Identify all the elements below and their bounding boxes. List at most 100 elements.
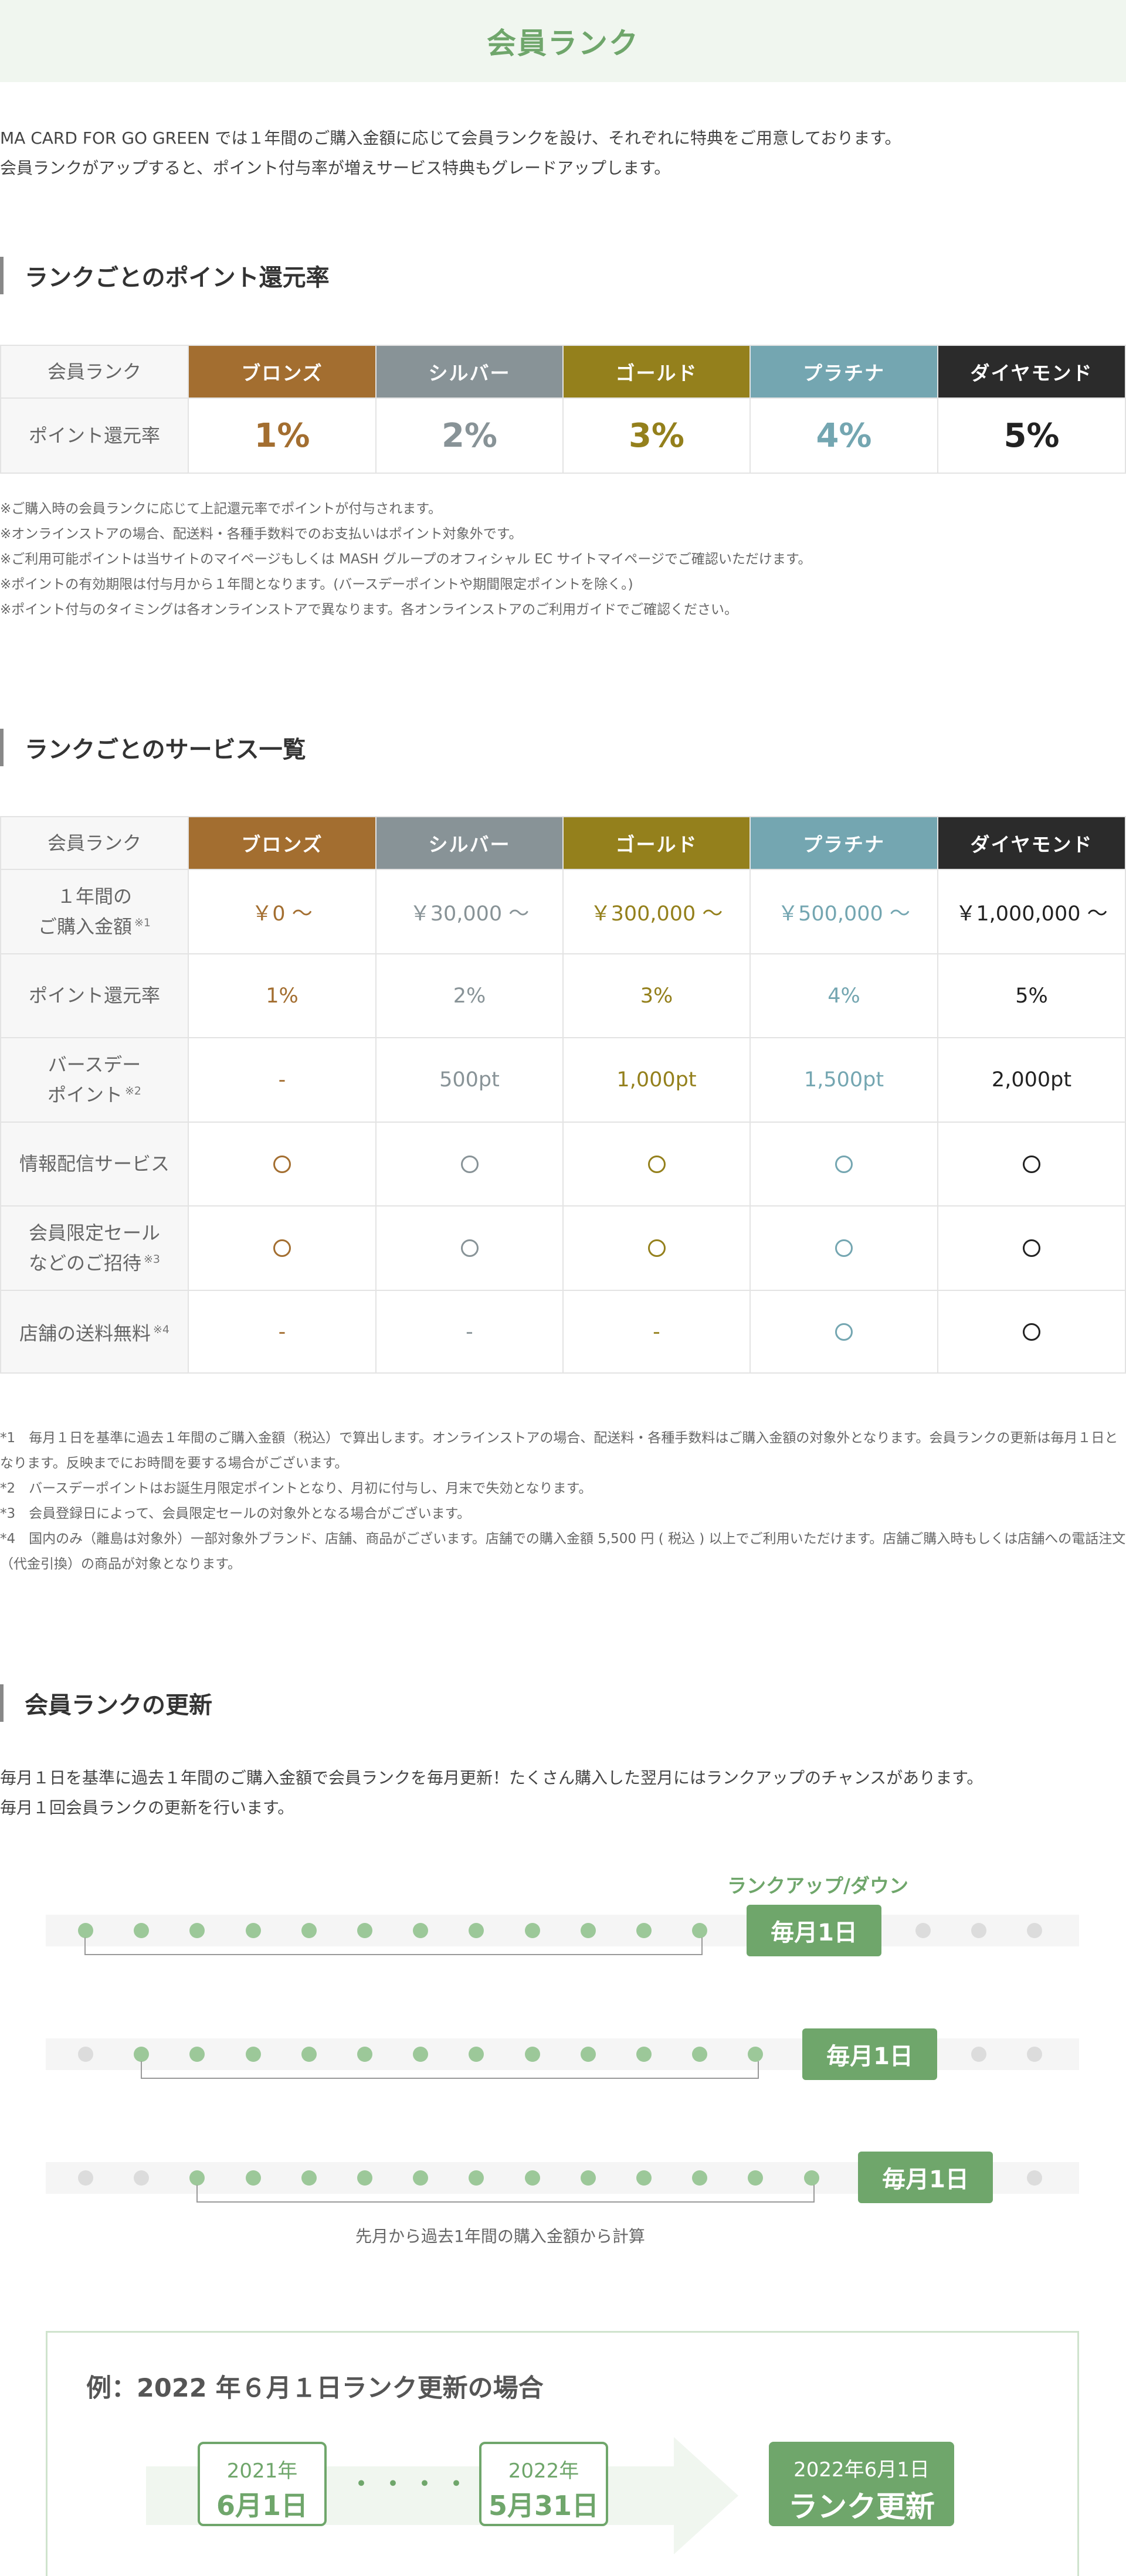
cell [562, 1122, 751, 1207]
row-label-info-service: 情報配信サービス [0, 1122, 189, 1207]
start-year: 2021年 [226, 2459, 298, 2483]
end-year: 2022年 [508, 2459, 579, 2483]
timeline-dot [245, 2047, 261, 2062]
cell [749, 1290, 938, 1374]
cell: - [562, 1290, 751, 1374]
timeline-dot [524, 2047, 540, 2062]
available-circle-icon [460, 1239, 479, 1257]
available-circle-icon [835, 1155, 853, 1173]
row-label-point-rate: ポイント還元率 [0, 953, 189, 1038]
available-circle-icon [647, 1239, 666, 1257]
timeline-dot [245, 1923, 261, 1938]
rank-gold-header: ゴールド [562, 345, 751, 399]
rate-gold: 3% [562, 397, 751, 474]
timeline-dot [803, 2170, 819, 2186]
point-rate-label: ポイント還元率 [0, 397, 189, 474]
cell: - [375, 1290, 564, 1374]
cell: ￥300,000 〜 [562, 869, 751, 954]
timeline-dot [357, 2170, 372, 2186]
timeline-dot [580, 2047, 596, 2062]
rank-platinum-header: プラチナ [749, 816, 938, 870]
rate-platinum: 4% [749, 397, 938, 474]
rank-diamond-header: ダイヤモンド [937, 345, 1126, 399]
point-rate-table: 会員ランク ブロンズ シルバー ゴールド プラチナ ダイヤモンド ポイント還元率… [0, 345, 1126, 474]
rank-silver-header: シルバー [375, 345, 564, 399]
rank-header-label: 会員ランク [0, 816, 189, 870]
cell [937, 1122, 1126, 1207]
available-circle-icon [835, 1239, 853, 1257]
row-label-purchase-amount: １年間の ご購入金額 ※1 [0, 869, 189, 954]
rank-update-box: 2022年6月1日 ランク更新 [769, 2442, 954, 2526]
rank-gold-header: ゴールド [562, 816, 751, 870]
range-bracket [141, 2061, 759, 2079]
page-title: 会員ランク [487, 26, 639, 60]
update-month-box: 毎月1日 [802, 2028, 937, 2080]
cell [188, 1205, 377, 1291]
arrow-right-icon [674, 2437, 738, 2554]
row-label-birthday-point: バースデー ポイント ※2 [0, 1037, 189, 1123]
table-row: 店舗の送料無料 ※4 - - - [0, 1290, 1126, 1374]
cell: 2,000pt [937, 1037, 1126, 1123]
start-day: 6月1日 [216, 2490, 308, 2521]
cell [375, 1205, 564, 1291]
timeline-dot [301, 2170, 317, 2186]
rank-header-label: 会員ランク [0, 345, 189, 399]
timeline-dot [301, 1923, 317, 1938]
section-heading-service-list: ランクごとのサービス一覧 [0, 729, 704, 766]
start-date-box: 2021年 6月1日 [198, 2442, 327, 2526]
note: *3 会員登録日によって、会員限定セールの対象外となる場合がございます。 [0, 1506, 471, 1521]
timeline-dot [636, 2047, 652, 2062]
intro-line: 毎月１日を基準に過去１年間のご購入金額で会員ランクを毎月更新！たくさん購入した翌… [0, 1768, 983, 1787]
section-heading-point-rate: ランクごとのポイント還元率 [0, 257, 704, 294]
timeline-dot [692, 1923, 708, 1938]
available-circle-icon [273, 1239, 291, 1257]
rank-update-intro: 毎月１日を基準に過去１年間のご購入金額で会員ランクを毎月更新！たくさん購入した翌… [0, 1763, 1126, 1823]
rank-platinum-header: プラチナ [749, 345, 938, 399]
timeline-dot [524, 2170, 540, 2186]
rate-bronze: 1% [188, 397, 377, 474]
rank-diamond-header: ダイヤモンド [937, 816, 1126, 870]
cell: 2% [375, 953, 564, 1038]
note: ※ご利用可能ポイントは当サイトのマイページもしくは MASH グループのオフィシ… [0, 552, 812, 567]
timeline-dot [636, 2170, 652, 2186]
cell [562, 1205, 751, 1291]
timeline-dot [692, 2170, 708, 2186]
table-row: バースデー ポイント ※2 - 500pt 1,000pt 1,500pt 2,00… [0, 1037, 1126, 1123]
update-month-box: 毎月1日 [747, 1905, 881, 1956]
timeline-dot [971, 2047, 987, 2062]
update-month-box: 毎月1日 [858, 2152, 993, 2203]
note: *1 毎月１日を基準に過去１年間のご購入金額（税込）で算出します。オンラインスト… [0, 1430, 1118, 1471]
cell: ￥0 〜 [188, 869, 377, 954]
table-row: １年間の ご購入金額 ※1 ￥0 〜 ￥30,000 〜 ￥300,000 〜 ￥5… [0, 869, 1126, 954]
timeline-dot [357, 1923, 372, 1938]
cell: 1% [188, 953, 377, 1038]
note: *2 バースデーポイントはお誕生月限定ポイントとなり、月初に付与し、月末で失効と… [0, 1481, 592, 1496]
rate-diamond: 5% [937, 397, 1126, 474]
cell: ￥1,000,000 〜 [937, 869, 1126, 954]
end-day: 5月31日 [488, 2490, 599, 2521]
rank-bronze-header: ブロンズ [188, 345, 377, 399]
example-box: 例：2022 年６月１日ランク更新の場合 2021年 6月1日 ・・・・・・ 2… [46, 2331, 1079, 2576]
available-circle-icon [1023, 1323, 1040, 1341]
cell [937, 1205, 1126, 1291]
calc-range-label: 先月から過去1年間の購入金額から計算 [355, 2227, 645, 2246]
intro-line: 毎月１回会員ランクの更新を行います。 [0, 1798, 294, 1817]
intro-text: MA CARD FOR GO GREEN では１年間のご購入金額に応じて会員ラン… [0, 123, 1126, 183]
end-date-box: 2022年 5月31日 [479, 2442, 608, 2526]
timeline-dot [78, 2047, 93, 2062]
cell: ￥500,000 〜 [749, 869, 938, 954]
update-label: ランク更新 [788, 2490, 935, 2524]
cell: 5% [937, 953, 1126, 1038]
range-bracket [196, 2185, 815, 2203]
available-circle-icon [1023, 1239, 1040, 1257]
intro-line: MA CARD FOR GO GREEN では１年間のご購入金額に応じて会員ラン… [0, 128, 901, 148]
rank-updown-label: ランクアップ/ダウン [727, 1874, 909, 1897]
cell [937, 1290, 1126, 1374]
timeline-dot [78, 1923, 93, 1938]
timeline-dot [524, 1923, 540, 1938]
note: ※ご購入時の会員ランクに応じて上記還元率でポイントが付与されます。 [0, 501, 442, 516]
timeline-dot [636, 1923, 652, 1938]
cell [749, 1205, 938, 1291]
timeline-dot [915, 1923, 931, 1938]
timeline-dot [413, 2170, 429, 2186]
